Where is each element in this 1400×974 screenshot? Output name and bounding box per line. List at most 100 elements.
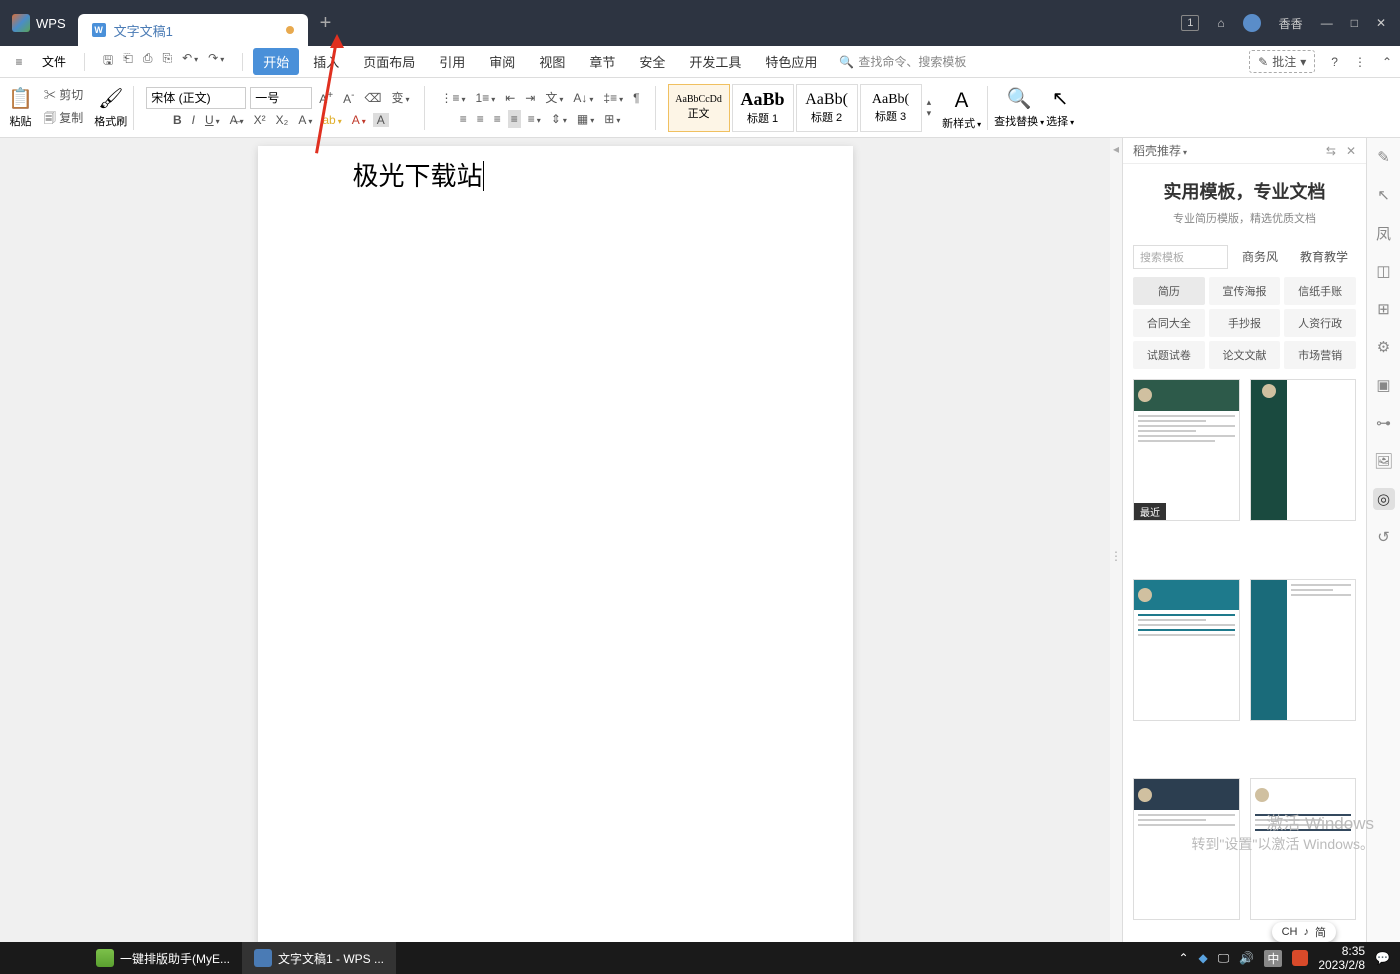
align-right-icon[interactable]: ≡: [491, 110, 504, 128]
underline-button[interactable]: U: [202, 111, 223, 129]
template-search-input[interactable]: 搜索模板: [1133, 245, 1228, 269]
tab-review[interactable]: 审阅: [479, 48, 525, 75]
new-tab-button[interactable]: +: [308, 12, 344, 35]
feedback-icon[interactable]: ⌂: [1217, 16, 1224, 30]
find-replace-button[interactable]: 🔍 查找替换: [994, 86, 1044, 129]
user-name[interactable]: 香香: [1279, 15, 1303, 32]
bullet-list-icon[interactable]: ⋮≡: [437, 89, 468, 107]
rail-shapes-icon[interactable]: ◫: [1373, 260, 1395, 282]
template-thumb[interactable]: [1250, 778, 1357, 920]
tab-developer[interactable]: 开发工具: [679, 48, 751, 75]
tab-business[interactable]: 商务风: [1234, 244, 1286, 269]
sogou-ime-icon[interactable]: [1292, 950, 1308, 966]
font-color-icon[interactable]: A: [349, 111, 369, 129]
file-menu[interactable]: 文件: [34, 51, 74, 72]
tab-page-layout[interactable]: 页面布局: [353, 48, 425, 75]
help-icon[interactable]: ?: [1331, 55, 1338, 69]
close-icon[interactable]: ✕: [1376, 16, 1386, 30]
distribute-icon[interactable]: ≡: [525, 110, 544, 128]
decrease-indent-icon[interactable]: ⇤: [502, 89, 518, 107]
save-icon[interactable]: 🖫: [103, 51, 113, 72]
undo-icon[interactable]: ↶: [182, 51, 198, 72]
increase-font-icon[interactable]: A+: [316, 88, 336, 108]
rail-styles-icon[interactable]: 凤: [1373, 222, 1395, 244]
panel-resize-handle[interactable]: ◂⋮◂: [1110, 138, 1122, 974]
rail-templates-icon[interactable]: ◎: [1373, 488, 1395, 510]
font-size-select[interactable]: [250, 87, 312, 109]
more-icon[interactable]: ⋮: [1354, 55, 1366, 69]
format-painter-button[interactable]: 🖌 格式刷: [94, 86, 127, 129]
italic-button[interactable]: I: [189, 111, 198, 129]
phonetic-icon[interactable]: 变: [388, 87, 412, 108]
strikethrough-button[interactable]: A̶: [227, 111, 247, 129]
text-effects-icon[interactable]: A: [295, 111, 315, 129]
cat-letter[interactable]: 信纸手账: [1284, 277, 1356, 305]
rail-history-icon[interactable]: ↺: [1373, 526, 1395, 548]
highlight-color-icon[interactable]: ab: [319, 111, 344, 129]
taskbar-app-1[interactable]: 一键排版助手(MyE...: [84, 942, 242, 974]
style-heading2[interactable]: AaBb( 标题 2: [796, 84, 858, 132]
tray-monitor-icon[interactable]: 🖵: [1218, 951, 1230, 966]
command-search[interactable]: 🔍 查找命令、搜索模板: [839, 53, 966, 70]
template-thumb[interactable]: 最近: [1133, 379, 1240, 521]
char-shading-icon[interactable]: A: [373, 113, 389, 127]
show-marks-icon[interactable]: ¶: [630, 89, 642, 107]
line-spacing-icon[interactable]: ‡≡: [600, 89, 626, 107]
tab-references[interactable]: 引用: [429, 48, 475, 75]
tab-view[interactable]: 视图: [529, 48, 575, 75]
cut-button[interactable]: ✂ 剪切: [41, 84, 86, 105]
template-thumb[interactable]: [1250, 579, 1357, 721]
tray-chevron-icon[interactable]: ⌃: [1178, 951, 1188, 965]
style-normal[interactable]: AaBbCcDd 正文: [668, 84, 730, 132]
tab-special[interactable]: 特色应用: [755, 48, 827, 75]
app-logo[interactable]: WPS: [0, 14, 78, 32]
decrease-font-icon[interactable]: A-: [340, 88, 357, 108]
tray-volume-icon[interactable]: 🔊: [1239, 951, 1254, 965]
page[interactable]: 极光下载站 ⌐¬: [258, 146, 853, 974]
paste-button[interactable]: 📋 粘贴: [8, 86, 33, 129]
cat-thesis[interactable]: 论文文献: [1209, 341, 1281, 369]
tab-insert[interactable]: 插入: [303, 48, 349, 75]
superscript-button[interactable]: X²: [251, 111, 269, 129]
document-tab[interactable]: W 文字文稿1: [78, 14, 308, 46]
export-icon[interactable]: ⎘: [162, 51, 172, 72]
template-thumb[interactable]: [1133, 579, 1240, 721]
align-center-icon[interactable]: ≡: [474, 110, 487, 128]
template-thumb[interactable]: [1133, 778, 1240, 920]
cat-exam[interactable]: 试题试卷: [1133, 341, 1205, 369]
page-content[interactable]: 极光下载站: [258, 146, 853, 203]
shading-icon[interactable]: ▦: [574, 110, 597, 128]
select-button[interactable]: ↖ 选择: [1046, 86, 1074, 129]
rail-image-icon[interactable]: ▣: [1373, 374, 1395, 396]
rail-gallery-icon[interactable]: 🖼: [1373, 450, 1395, 472]
rail-cursor-icon[interactable]: ↖: [1373, 184, 1395, 206]
tab-education[interactable]: 教育教学: [1292, 244, 1356, 269]
ime-indicator[interactable]: CH ♪ 简: [1272, 922, 1336, 942]
increase-indent-icon[interactable]: ⇥: [522, 89, 538, 107]
tab-start[interactable]: 开始: [253, 48, 299, 75]
minimize-icon[interactable]: —: [1321, 16, 1333, 30]
text-direction-icon[interactable]: 文: [542, 87, 566, 108]
font-name-select[interactable]: [146, 87, 246, 109]
borders-icon[interactable]: ⊞: [601, 110, 623, 128]
number-list-icon[interactable]: 1≡: [473, 89, 499, 107]
clear-format-icon[interactable]: ⌫: [361, 89, 384, 107]
ime-zh-badge[interactable]: 中: [1264, 950, 1282, 967]
rail-table-icon[interactable]: ⊞: [1373, 298, 1395, 320]
comment-button[interactable]: ✎ 批注 ▾: [1249, 50, 1315, 73]
maximize-icon[interactable]: □: [1351, 16, 1358, 30]
copy-button[interactable]: 🗐 复制: [41, 107, 86, 132]
bold-button[interactable]: B: [170, 111, 185, 129]
panel-title[interactable]: 稻壳推荐: [1133, 142, 1187, 159]
redo-icon[interactable]: ↷: [208, 51, 224, 72]
tab-section[interactable]: 章节: [579, 48, 625, 75]
clock[interactable]: 8:35 2023/2/8: [1318, 944, 1365, 973]
cat-poster[interactable]: 宣传海报: [1209, 277, 1281, 305]
align-justify-icon[interactable]: ≡: [508, 110, 521, 128]
cat-handcopy[interactable]: 手抄报: [1209, 309, 1281, 337]
taskbar-app-2[interactable]: 文字文稿1 - WPS ...: [242, 942, 396, 974]
template-thumb[interactable]: [1250, 379, 1357, 521]
collapse-ribbon-icon[interactable]: ⌃: [1382, 55, 1392, 69]
cat-contract[interactable]: 合同大全: [1133, 309, 1205, 337]
print-preview-icon[interactable]: ⎗: [123, 51, 133, 72]
